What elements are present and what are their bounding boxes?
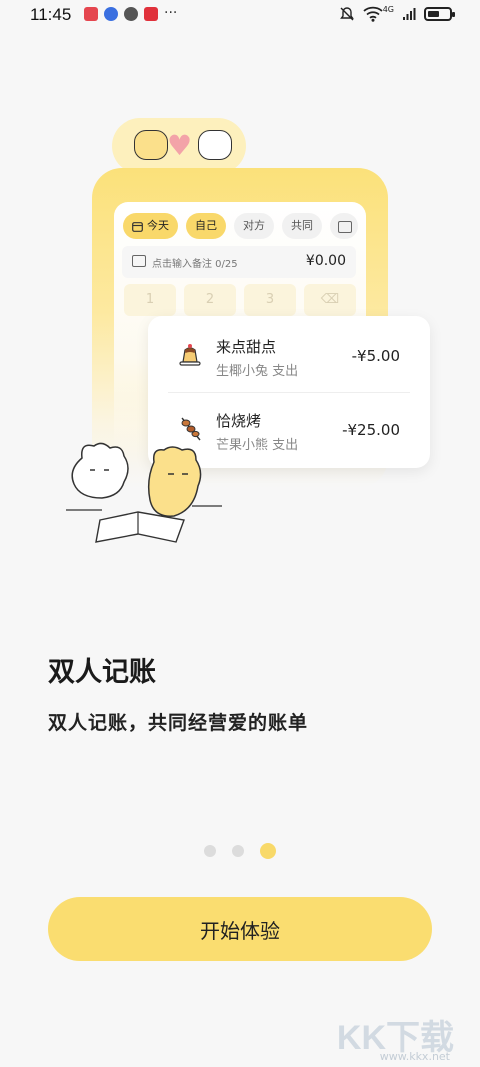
page-dot xyxy=(204,845,216,857)
key-2: 2 xyxy=(184,284,236,316)
rabbit-face-icon xyxy=(198,130,232,160)
transaction-title: 来点甜点 xyxy=(216,338,277,356)
backspace-key-icon: ⌫ xyxy=(304,284,356,316)
tab-today: 今天 xyxy=(123,213,178,239)
page-dot-active xyxy=(260,843,276,859)
mute-icon xyxy=(339,7,354,21)
key-1: 1 xyxy=(124,284,176,316)
app-notification-icon xyxy=(84,7,98,21)
bear-rabbit-illustration xyxy=(66,442,222,543)
bear-face-icon xyxy=(134,130,168,160)
watermark-url: www.kkx.net xyxy=(379,1050,450,1063)
transaction-subtitle: 生椰小兔 支出 xyxy=(216,364,299,379)
music-notification-icon xyxy=(104,7,118,21)
network-label: 4G xyxy=(382,4,394,14)
start-button[interactable]: 开始体验 xyxy=(48,897,432,961)
page-indicator xyxy=(204,843,276,859)
notification-icons: ··· xyxy=(84,5,178,21)
tab-shared: 共同 xyxy=(282,213,322,239)
page-subtitle: 双人记账，共同经营爱的账单 xyxy=(48,712,309,734)
status-time: 11:45 xyxy=(30,5,72,24)
memo-placeholder: 点击输入备注 0/25 xyxy=(152,259,238,270)
skewer-icon xyxy=(181,417,201,441)
tab-partner: 对方 xyxy=(234,213,274,239)
signal-icon xyxy=(403,8,416,20)
tab-self: 自己 xyxy=(186,213,226,239)
keypad: 1 2 3 ⌫ xyxy=(124,284,356,316)
transaction-amount: -¥25.00 xyxy=(342,421,400,439)
transaction-amount: -¥5.00 xyxy=(351,347,400,365)
key-3: 3 xyxy=(244,284,296,316)
memo-amount: ¥0.00 xyxy=(305,253,346,269)
transaction-row: 来点甜点 生椰小兔 支出 -¥5.00 xyxy=(148,316,430,392)
pudding-icon xyxy=(179,344,201,366)
tab-today-label: 今天 xyxy=(147,219,169,232)
page-dot xyxy=(232,845,244,857)
tab-bar: 今天 自己 对方 共同 xyxy=(123,213,322,239)
more-notifications-icon: ··· xyxy=(164,5,178,21)
image-icon xyxy=(132,255,146,267)
battery-icon xyxy=(424,7,455,21)
heart-icon: ♥ xyxy=(167,129,193,162)
page-title: 双人记账 xyxy=(48,657,156,688)
wallet-icon xyxy=(330,213,358,239)
transaction-title: 恰烧烤 xyxy=(216,412,262,430)
wifi-icon xyxy=(363,6,383,22)
status-bar: 11:45 ··· 4G xyxy=(0,0,480,32)
chat-notification-icon xyxy=(124,7,138,21)
memo-row: 点击输入备注 0/25 ¥0.00 xyxy=(122,246,356,278)
calendar-icon xyxy=(132,221,143,232)
shop-notification-icon xyxy=(144,7,158,21)
